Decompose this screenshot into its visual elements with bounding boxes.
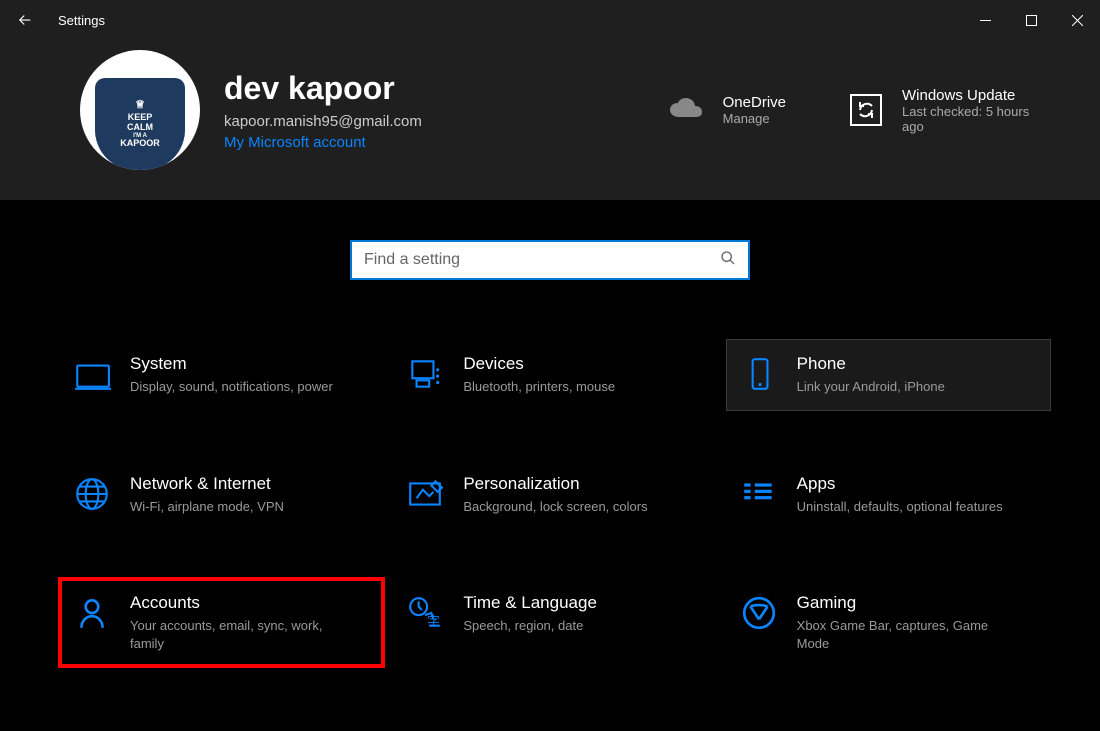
category-title: Network & Internet [130,474,284,494]
category-title: Apps [797,474,1003,494]
main-area: System Display, sound, notifications, po… [0,200,1100,666]
category-desc: Bluetooth, printers, mouse [463,378,615,396]
back-button[interactable] [0,0,50,40]
personalize-icon [405,474,445,514]
user-name: dev kapoor [224,70,625,107]
category-texts: System Display, sound, notifications, po… [130,354,333,396]
user-info: dev kapoor kapoor.manish95@gmail.com My … [224,70,625,151]
category-desc: Link your Android, iPhone [797,378,945,396]
search-box[interactable] [350,240,750,280]
category-network[interactable]: Network & Internet Wi-Fi, airplane mode,… [60,460,383,530]
close-button[interactable] [1054,0,1100,40]
category-title: Devices [463,354,615,374]
onedrive-title: OneDrive [723,94,786,111]
category-texts: Apps Uninstall, defaults, optional featu… [797,474,1003,516]
avatar-image: ♕ KEEP CALM I'M A KAPOOR [95,78,185,170]
titlebar: Settings [0,0,1100,40]
category-title: Gaming [797,593,1007,613]
category-desc: Speech, region, date [463,617,597,635]
avatar-text-line: CALM [127,123,153,133]
search-input[interactable] [364,251,720,269]
microsoft-account-link[interactable]: My Microsoft account [224,134,625,151]
category-texts: Time & Language Speech, region, date [463,593,597,635]
category-desc: Wi-Fi, airplane mode, VPN [130,498,284,516]
phone-icon [739,354,779,394]
search-icon [720,250,736,271]
category-texts: Network & Internet Wi-Fi, airplane mode,… [130,474,284,516]
window-controls [962,0,1100,40]
category-texts: Phone Link your Android, iPhone [797,354,945,396]
windows-update-status[interactable]: Windows Update Last checked: 5 hours ago [828,87,1060,134]
category-texts: Gaming Xbox Game Bar, captures, Game Mod… [797,593,1007,652]
update-icon [846,90,886,130]
category-texts: Personalization Background, lock screen,… [463,474,647,516]
accounts-icon [72,593,112,633]
category-devices[interactable]: Devices Bluetooth, printers, mouse [393,340,716,410]
minimize-icon [980,15,991,26]
update-texts: Windows Update Last checked: 5 hours ago [902,87,1042,134]
category-phone[interactable]: Phone Link your Android, iPhone [727,340,1050,410]
category-desc: Display, sound, notifications, power [130,378,333,396]
maximize-button[interactable] [1008,0,1054,40]
arrow-left-icon [16,11,34,29]
category-texts: Devices Bluetooth, printers, mouse [463,354,615,396]
category-title: Personalization [463,474,647,494]
category-title: Time & Language [463,593,597,613]
category-time[interactable]: Time & Language Speech, region, date [393,579,716,666]
maximize-icon [1026,15,1037,26]
category-texts: Accounts Your accounts, email, sync, wor… [130,593,340,652]
onedrive-texts: OneDrive Manage [723,94,786,126]
category-system[interactable]: System Display, sound, notifications, po… [60,340,383,410]
category-gaming[interactable]: Gaming Xbox Game Bar, captures, Game Mod… [727,579,1050,666]
system-icon [72,354,112,394]
gaming-icon [739,593,779,633]
window-title: Settings [58,13,105,28]
update-title: Windows Update [902,87,1042,104]
account-header: ♕ KEEP CALM I'M A KAPOOR dev kapoor kapo… [0,40,1100,200]
apps-icon [739,474,779,514]
avatar-text-line: KAPOOR [120,139,160,149]
category-desc: Your accounts, email, sync, work, family [130,617,340,652]
onedrive-sub: Manage [723,111,786,126]
close-icon [1072,15,1083,26]
search-wrap [0,240,1100,280]
avatar[interactable]: ♕ KEEP CALM I'M A KAPOOR [80,50,200,170]
category-title: Phone [797,354,945,374]
time-icon [405,593,445,633]
devices-icon [405,354,445,394]
category-title: System [130,354,333,374]
update-sub: Last checked: 5 hours ago [902,104,1042,134]
category-desc: Xbox Game Bar, captures, Game Mode [797,617,1007,652]
category-personalize[interactable]: Personalization Background, lock screen,… [393,460,716,530]
category-desc: Uninstall, defaults, optional features [797,498,1003,516]
onedrive-icon [667,90,707,130]
onedrive-status[interactable]: OneDrive Manage [649,90,804,130]
category-accounts[interactable]: Accounts Your accounts, email, sync, wor… [60,579,383,666]
minimize-button[interactable] [962,0,1008,40]
user-email: kapoor.manish95@gmail.com [224,113,625,130]
settings-categories: System Display, sound, notifications, po… [0,340,1100,666]
network-icon [72,474,112,514]
category-title: Accounts [130,593,340,613]
category-apps[interactable]: Apps Uninstall, defaults, optional featu… [727,460,1050,530]
category-desc: Background, lock screen, colors [463,498,647,516]
